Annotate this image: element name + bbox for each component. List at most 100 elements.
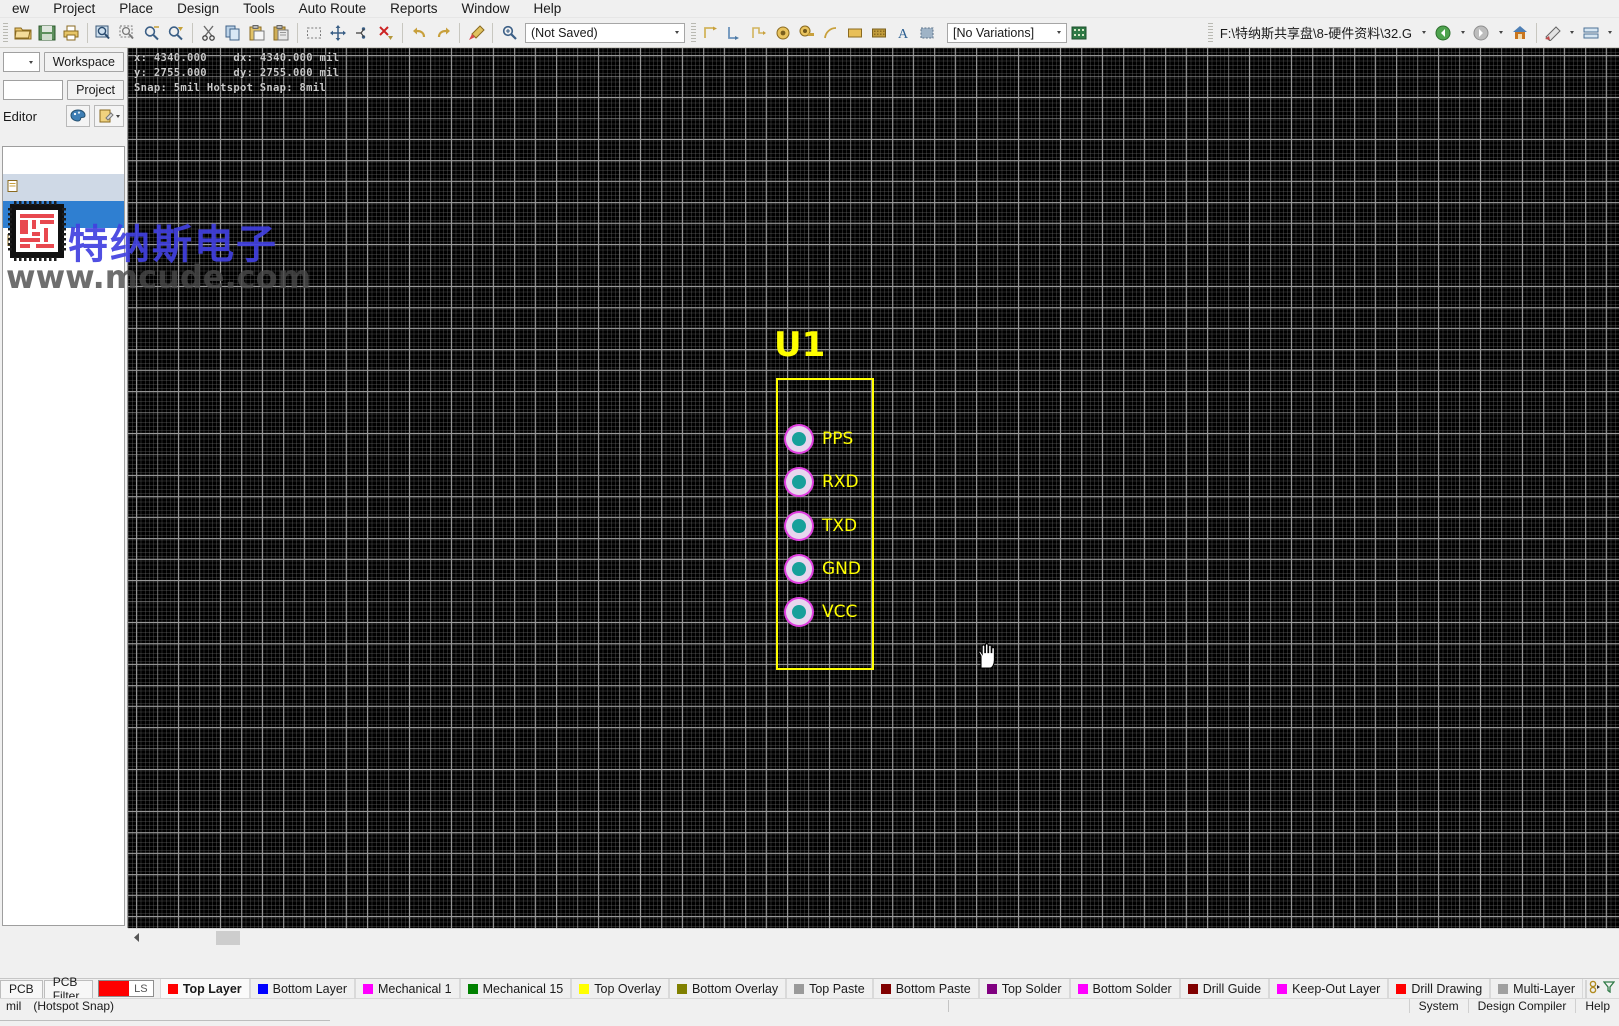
menu-project[interactable]: Project — [41, 0, 107, 18]
zoom-in-icon[interactable] — [141, 22, 163, 44]
scroll-left-arrow-icon[interactable] — [128, 930, 144, 946]
path-toolbar-grip[interactable] — [1207, 22, 1213, 43]
design-compiler-panel-button[interactable]: Design Compiler — [1467, 998, 1576, 1013]
project-button[interactable]: Project — [67, 80, 124, 100]
place-toolbar-grip[interactable] — [691, 22, 696, 43]
layer-tab-drill-guide[interactable]: Drill Guide — [1179, 979, 1270, 998]
scrollbar-thumb[interactable] — [216, 930, 240, 945]
forward-navigate-icon[interactable] — [1471, 22, 1493, 44]
list-item[interactable] — [3, 174, 124, 201]
layer-tab-label: Top Layer — [182, 981, 242, 996]
workspace-button[interactable]: Workspace — [43, 52, 124, 72]
pcb-canvas[interactable]: x: 4340.000 dx: 4340.000 mil y: 2755.000… — [128, 48, 1619, 928]
paste-special-icon[interactable] — [270, 22, 292, 44]
chevron-down-icon[interactable] — [669, 23, 684, 42]
redo-icon[interactable] — [432, 22, 454, 44]
horizontal-scrollbar[interactable] — [128, 928, 1619, 946]
configure-icon[interactable] — [94, 105, 124, 127]
place-track-icon[interactable] — [700, 22, 722, 44]
place-line-icon[interactable] — [724, 22, 746, 44]
pad-gnd[interactable] — [786, 556, 812, 582]
place-arc-icon[interactable] — [820, 22, 842, 44]
menu-help[interactable]: Help — [521, 0, 573, 18]
pad-label-pps: PPS — [822, 429, 854, 449]
palette-icon[interactable] — [66, 105, 90, 127]
chevron-down-icon[interactable] — [1417, 22, 1431, 44]
toolbar-grip[interactable] — [3, 22, 8, 43]
zoom-area-icon[interactable] — [93, 22, 115, 44]
layer-tab-mechanical-1[interactable]: Mechanical 1 — [354, 979, 460, 998]
open-folder-icon[interactable] — [12, 22, 34, 44]
select-area-icon[interactable] — [303, 22, 325, 44]
pcb-panel-button[interactable]: PCB — [0, 979, 43, 998]
chevron-down-icon[interactable] — [1495, 22, 1507, 44]
pad-rxd[interactable] — [786, 469, 812, 495]
zoom-out-icon[interactable] — [165, 22, 187, 44]
project-combo[interactable] — [3, 80, 64, 100]
save-icon[interactable] — [36, 22, 58, 44]
menu-window[interactable]: Window — [449, 0, 521, 18]
layer-tab-bottom-layer[interactable]: Bottom Layer — [249, 979, 355, 998]
place-polygon-icon[interactable] — [748, 22, 770, 44]
menu-auto-route[interactable]: Auto Route — [287, 0, 379, 18]
layer-tab-top-paste[interactable]: Top Paste — [786, 979, 873, 998]
chevron-down-icon[interactable] — [24, 60, 39, 64]
help-panel-button[interactable]: Help — [1575, 998, 1619, 1013]
browse-icon[interactable] — [498, 22, 520, 44]
layer-tab-keep-out-layer[interactable]: Keep-Out Layer — [1269, 979, 1389, 998]
chevron-down-icon[interactable] — [1457, 22, 1469, 44]
back-navigate-icon[interactable] — [1433, 22, 1455, 44]
layer-tab-top-solder[interactable]: Top Solder — [978, 979, 1070, 998]
copy-icon[interactable] — [222, 22, 244, 44]
save-state-combo[interactable]: (Not Saved) — [525, 22, 685, 43]
layer-tab-bottom-paste[interactable]: Bottom Paste — [872, 979, 979, 998]
menu-tools[interactable]: Tools — [231, 0, 287, 18]
menu-design[interactable]: Design — [165, 0, 231, 18]
menu-place[interactable]: Place — [107, 0, 165, 18]
move-icon[interactable] — [327, 22, 349, 44]
place-fill-icon[interactable] — [844, 22, 866, 44]
align-icon[interactable] — [351, 22, 373, 44]
layer-tab-drill-drawing[interactable]: Drill Drawing — [1388, 979, 1491, 998]
place-room-icon[interactable] — [916, 22, 938, 44]
layer-tab-bottom-solder[interactable]: Bottom Solder — [1069, 979, 1180, 998]
layer-stack-icon[interactable] — [1580, 22, 1602, 44]
layer-sets-icon[interactable] — [1589, 980, 1600, 997]
undo-icon[interactable] — [408, 22, 430, 44]
chevron-down-icon[interactable] — [1051, 23, 1066, 42]
place-string-icon[interactable]: A — [892, 22, 914, 44]
print-icon[interactable] — [60, 22, 82, 44]
cut-icon[interactable] — [198, 22, 220, 44]
layer-set-indicator[interactable]: LS — [97, 980, 154, 997]
layer-tab-top-layer[interactable]: Top Layer — [159, 979, 250, 998]
workspace-combo[interactable] — [3, 52, 40, 72]
clear-selection-icon[interactable] — [375, 22, 397, 44]
filter-icon[interactable] — [1602, 981, 1616, 996]
menu-view[interactable]: ew — [0, 0, 41, 18]
list-item[interactable] — [3, 147, 124, 174]
place-region-icon[interactable] — [868, 22, 890, 44]
layer-tab-bottom-overlay[interactable]: Bottom Overlay — [668, 979, 787, 998]
menu-reports[interactable]: Reports — [378, 0, 449, 18]
pad-txd[interactable] — [786, 513, 812, 539]
variations-combo[interactable]: [No Variations] — [947, 22, 1067, 43]
place-pad-icon[interactable] — [796, 22, 818, 44]
pcb-board-icon[interactable] — [1068, 22, 1090, 44]
highlight-icon[interactable] — [465, 22, 487, 44]
component-designator[interactable]: U1 — [774, 328, 825, 362]
pad-pps[interactable] — [786, 426, 812, 452]
paste-icon[interactable] — [246, 22, 268, 44]
pad-vcc[interactable] — [786, 599, 812, 625]
scrollbar-track[interactable] — [144, 930, 1619, 945]
layer-tab-top-overlay[interactable]: Top Overlay — [571, 979, 669, 998]
layer-tab-mechanical-15[interactable]: Mechanical 15 — [459, 979, 572, 998]
chevron-down-icon[interactable] — [1604, 22, 1616, 44]
chevron-down-icon[interactable] — [1566, 22, 1578, 44]
layer-tab-multi-layer[interactable]: Multi-Layer — [1490, 979, 1583, 998]
place-via-icon[interactable] — [772, 22, 794, 44]
system-panel-button[interactable]: System — [1408, 998, 1468, 1013]
zoom-selected-icon[interactable] — [117, 22, 139, 44]
measure-icon[interactable] — [1542, 22, 1564, 44]
pcb-filter-panel-button[interactable]: PCB Filter — [43, 975, 93, 1003]
home-icon[interactable] — [1509, 22, 1531, 44]
